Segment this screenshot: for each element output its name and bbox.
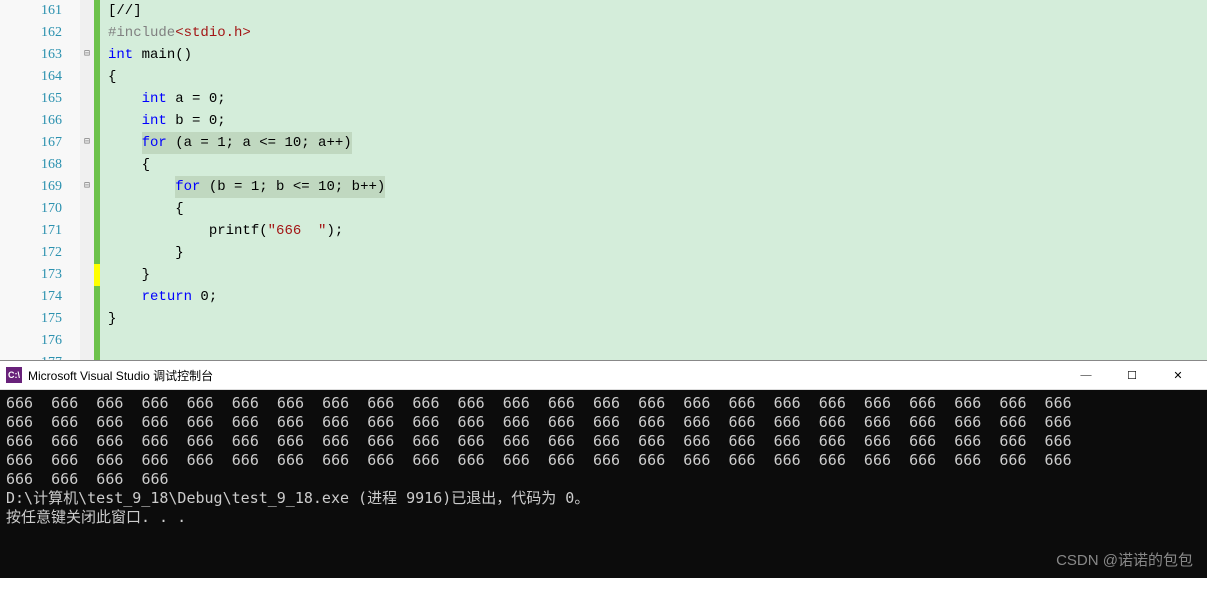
fold-toggle[interactable] xyxy=(80,352,94,360)
code-content[interactable]: printf("666 "); xyxy=(100,220,343,242)
fold-toggle[interactable] xyxy=(80,286,94,308)
code-content[interactable]: } xyxy=(100,242,184,264)
code-content[interactable]: for (a = 1; a <= 10; a++) xyxy=(100,132,352,154)
minimize-button[interactable]: — xyxy=(1063,369,1109,381)
line-number: 165 xyxy=(0,88,80,110)
output-row: 666 666 666 666 666 666 666 666 666 666 … xyxy=(6,451,1201,470)
console-output[interactable]: 666 666 666 666 666 666 666 666 666 666 … xyxy=(0,390,1207,578)
line-number: 164 xyxy=(0,66,80,88)
line-number: 167 xyxy=(0,132,80,154)
fold-toggle[interactable] xyxy=(80,110,94,132)
fold-toggle[interactable] xyxy=(80,242,94,264)
code-line[interactable]: 161 [//] xyxy=(0,0,1207,22)
debug-console-window: C:\ Microsoft Visual Studio 调试控制台 — ☐ ✕ … xyxy=(0,360,1207,578)
console-title: Microsoft Visual Studio 调试控制台 xyxy=(28,367,213,384)
code-content[interactable]: { xyxy=(100,154,150,176)
code-line[interactable]: 163⊟ int main() xyxy=(0,44,1207,66)
fold-toggle[interactable] xyxy=(80,264,94,286)
code-line[interactable]: 165 int a = 0; xyxy=(0,88,1207,110)
code-content[interactable] xyxy=(100,330,108,352)
fold-toggle[interactable] xyxy=(80,0,94,22)
code-line[interactable]: 167⊟ for (a = 1; a <= 10; a++) xyxy=(0,132,1207,154)
fold-toggle[interactable] xyxy=(80,330,94,352)
prompt-message: 按任意键关闭此窗口. . . xyxy=(6,508,1201,527)
close-button[interactable]: ✕ xyxy=(1155,369,1201,382)
code-content[interactable]: [//] xyxy=(100,0,142,22)
fold-toggle[interactable] xyxy=(80,220,94,242)
line-number: 172 xyxy=(0,242,80,264)
fold-toggle[interactable]: ⊟ xyxy=(80,132,94,154)
output-row: 666 666 666 666 666 666 666 666 666 666 … xyxy=(6,394,1201,413)
code-line[interactable]: 173 } xyxy=(0,264,1207,286)
code-content[interactable]: { xyxy=(100,198,184,220)
code-content[interactable]: } xyxy=(100,308,116,330)
code-content[interactable]: int a = 0; xyxy=(100,88,226,110)
fold-toggle[interactable] xyxy=(80,308,94,330)
line-number: 166 xyxy=(0,110,80,132)
code-line[interactable]: 168 { xyxy=(0,154,1207,176)
exit-message: D:\计算机\test_9_18\Debug\test_9_18.exe (进程… xyxy=(6,489,1201,508)
code-line[interactable]: 174 return 0; xyxy=(0,286,1207,308)
code-line[interactable]: 162 #include<stdio.h> xyxy=(0,22,1207,44)
console-icon: C:\ xyxy=(6,367,22,383)
code-line[interactable]: 176 xyxy=(0,330,1207,352)
line-number: 171 xyxy=(0,220,80,242)
output-row: 666 666 666 666 666 666 666 666 666 666 … xyxy=(6,432,1201,451)
code-content[interactable]: for (b = 1; b <= 10; b++) xyxy=(100,176,385,198)
console-titlebar[interactable]: C:\ Microsoft Visual Studio 调试控制台 — ☐ ✕ xyxy=(0,361,1207,390)
code-content[interactable]: int main() xyxy=(100,44,192,66)
code-content[interactable]: { xyxy=(100,66,116,88)
code-line[interactable]: 177 xyxy=(0,352,1207,360)
output-row: 666 666 666 666 666 666 666 666 666 666 … xyxy=(6,413,1201,432)
code-content[interactable] xyxy=(100,352,108,360)
line-number: 161 xyxy=(0,0,80,22)
line-number: 168 xyxy=(0,154,80,176)
line-number: 162 xyxy=(0,22,80,44)
code-line[interactable]: 171 printf("666 "); xyxy=(0,220,1207,242)
line-number: 175 xyxy=(0,308,80,330)
code-editor[interactable]: 161[//]162#include<stdio.h>163⊟int main(… xyxy=(0,0,1207,360)
fold-toggle[interactable] xyxy=(80,88,94,110)
line-number: 174 xyxy=(0,286,80,308)
watermark-text: CSDN @诺诺的包包 xyxy=(1056,551,1193,570)
line-number: 177 xyxy=(0,352,80,360)
code-line[interactable]: 175} xyxy=(0,308,1207,330)
output-row: 666 666 666 666 xyxy=(6,470,1201,489)
line-number: 176 xyxy=(0,330,80,352)
line-number: 169 xyxy=(0,176,80,198)
code-line[interactable]: 172 } xyxy=(0,242,1207,264)
maximize-button[interactable]: ☐ xyxy=(1109,369,1155,382)
code-content[interactable]: } xyxy=(100,264,150,286)
fold-toggle[interactable]: ⊟ xyxy=(80,176,94,198)
code-content[interactable]: int b = 0; xyxy=(100,110,226,132)
code-line[interactable]: 166 int b = 0; xyxy=(0,110,1207,132)
line-number: 163 xyxy=(0,44,80,66)
code-content[interactable]: #include<stdio.h> xyxy=(100,22,251,44)
code-line[interactable]: 170 { xyxy=(0,198,1207,220)
code-content[interactable]: return 0; xyxy=(100,286,217,308)
code-line[interactable]: 164 { xyxy=(0,66,1207,88)
fold-toggle[interactable] xyxy=(80,154,94,176)
code-line[interactable]: 169⊟ for (b = 1; b <= 10; b++) xyxy=(0,176,1207,198)
fold-toggle[interactable] xyxy=(80,22,94,44)
fold-toggle[interactable]: ⊟ xyxy=(80,44,94,66)
line-number: 173 xyxy=(0,264,80,286)
fold-toggle[interactable] xyxy=(80,66,94,88)
fold-toggle[interactable] xyxy=(80,198,94,220)
line-number: 170 xyxy=(0,198,80,220)
